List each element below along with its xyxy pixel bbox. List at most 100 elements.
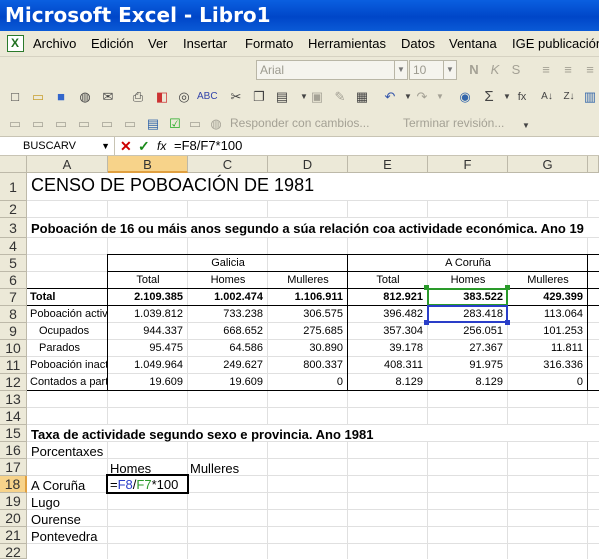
region-a-coruna[interactable]: A Coruña: [348, 257, 588, 269]
row-header-21[interactable]: 21: [0, 527, 27, 544]
table-cell[interactable]: 1.002.474: [188, 291, 263, 303]
sort-descending-icon[interactable]: Z↓: [559, 87, 579, 107]
bold-icon[interactable]: N: [464, 60, 484, 80]
print-preview-icon[interactable]: ◧: [152, 87, 172, 107]
section2-subtitle[interactable]: Porcentaxes: [31, 444, 103, 459]
review-icon-5[interactable]: ▭: [97, 114, 117, 134]
row-header-8[interactable]: 8: [0, 306, 27, 323]
hyperlink-icon[interactable]: ◉: [455, 87, 475, 107]
header-homes[interactable]: Homes: [428, 274, 508, 286]
table-cell[interactable]: 91.975: [428, 359, 503, 371]
menu-ventana[interactable]: Ventana: [449, 36, 497, 51]
row-header-12[interactable]: 12: [0, 374, 27, 391]
table-cell[interactable]: 429.399: [508, 291, 583, 303]
row-header-1[interactable]: 1: [0, 173, 27, 201]
underline-icon[interactable]: S: [506, 60, 526, 80]
row-header-2[interactable]: 2: [0, 201, 27, 218]
select-all-corner[interactable]: [0, 156, 27, 173]
table-cell[interactable]: 249.627: [188, 359, 263, 371]
cell-editor[interactable]: =F8/F7*100: [110, 477, 178, 492]
chevron-down-icon[interactable]: ▼: [516, 116, 536, 136]
row-header-6[interactable]: 6: [0, 272, 27, 289]
province-a-coruna[interactable]: A Coruña: [31, 478, 85, 493]
table-icon[interactable]: ▦: [352, 87, 372, 107]
row-header-14[interactable]: 14: [0, 408, 27, 425]
table-cell[interactable]: 357.304: [348, 325, 423, 337]
table-cell[interactable]: 408.311: [348, 359, 423, 371]
header-mulleres[interactable]: Mulleres: [508, 274, 588, 286]
chevron-down-icon[interactable]: ▼: [101, 137, 110, 155]
table-cell[interactable]: 11.811: [508, 342, 583, 354]
table-cell[interactable]: 8.129: [428, 376, 503, 388]
paste-special-icon[interactable]: ▣: [307, 87, 327, 107]
section2-title[interactable]: Taxa de actividade segundo sexo e provin…: [31, 427, 373, 442]
align-right-icon[interactable]: ≡: [580, 60, 599, 80]
row-header-16[interactable]: 16: [0, 442, 27, 459]
row-header-3[interactable]: 3: [0, 218, 27, 238]
copy-icon[interactable]: ❐: [249, 87, 269, 107]
table-cell[interactable]: 812.921: [348, 291, 423, 303]
align-center-icon[interactable]: ≡: [558, 60, 578, 80]
table-cell[interactable]: 668.652: [188, 325, 263, 337]
redo-icon[interactable]: ↷: [412, 87, 432, 107]
table-cell[interactable]: 39.178: [348, 342, 423, 354]
row-label-ocupados[interactable]: Ocupados: [39, 325, 89, 337]
reference-handle[interactable]: [505, 320, 510, 325]
row-header-10[interactable]: 10: [0, 340, 27, 357]
table-cell[interactable]: 27.367: [428, 342, 503, 354]
review-icon-4[interactable]: ▭: [74, 114, 94, 134]
column-header-g[interactable]: G: [508, 156, 588, 173]
table-cell[interactable]: 1.039.812: [108, 308, 183, 320]
review-icon-7[interactable]: ▭: [185, 114, 205, 134]
chevron-down-icon[interactable]: ▼: [430, 87, 450, 107]
enter-icon[interactable]: ✓: [138, 137, 150, 155]
column-header-d[interactable]: D: [268, 156, 348, 173]
row-header-5[interactable]: 5: [0, 255, 27, 272]
table-cell[interactable]: 19.609: [108, 376, 183, 388]
header-total[interactable]: Total: [348, 274, 428, 286]
font-size-select[interactable]: 10 ▼: [409, 60, 457, 80]
column-header-b[interactable]: B: [108, 156, 188, 173]
table-cell[interactable]: 944.337: [108, 325, 183, 337]
reference-handle[interactable]: [424, 320, 429, 325]
sheet-subtitle[interactable]: Poboación de 16 ou máis anos segundo a s…: [31, 221, 584, 236]
table-cell[interactable]: 101.253: [508, 325, 583, 337]
review-icon-6[interactable]: ▭: [120, 114, 140, 134]
province-pontevedra[interactable]: Pontevedra: [31, 529, 98, 544]
row-label-poboacion-activa[interactable]: Poboación activa: [30, 308, 107, 320]
table-cell[interactable]: 1.106.911: [268, 291, 343, 303]
row-header-4[interactable]: 4: [0, 238, 27, 255]
table-cell[interactable]: 0: [268, 376, 343, 388]
open-icon[interactable]: ▭: [28, 87, 48, 107]
chart-icon[interactable]: ▥: [580, 87, 599, 107]
review-icon-1[interactable]: ▭: [5, 114, 25, 134]
reference-handle[interactable]: [424, 285, 429, 290]
font-select[interactable]: Arial ▼: [256, 60, 408, 80]
new-icon[interactable]: □: [5, 87, 25, 107]
cancel-icon[interactable]: ✕: [120, 137, 132, 155]
row-header-7[interactable]: 7: [0, 289, 27, 306]
row-header-22[interactable]: 22: [0, 544, 27, 559]
align-left-icon[interactable]: ≡: [536, 60, 556, 80]
table-cell[interactable]: 64.586: [188, 342, 263, 354]
sort-ascending-icon[interactable]: A↓: [537, 87, 557, 107]
column-header-f[interactable]: F: [428, 156, 508, 173]
column-header-c[interactable]: C: [188, 156, 268, 173]
italic-icon[interactable]: K: [485, 60, 505, 80]
sheet-title[interactable]: CENSO DE POBOACIÓN DE 1981: [31, 175, 314, 196]
insert-function-icon[interactable]: fx: [157, 137, 166, 155]
table-cell[interactable]: 0: [508, 376, 583, 388]
table-cell[interactable]: 19.609: [188, 376, 263, 388]
function-icon[interactable]: fx: [512, 87, 532, 107]
table-cell[interactable]: 256.051: [428, 325, 503, 337]
active-cell-b18[interactable]: =F8/F7*100: [106, 474, 189, 494]
menu-insertar[interactable]: Insertar: [183, 36, 227, 51]
table-cell[interactable]: 396.482: [348, 308, 423, 320]
row-label-total[interactable]: Total: [30, 291, 55, 303]
reply-with-changes-button[interactable]: Responder con cambios...: [230, 116, 369, 130]
province-lugo[interactable]: Lugo: [31, 495, 60, 510]
autosum-icon[interactable]: Σ: [479, 87, 499, 107]
table-cell[interactable]: 316.336: [508, 359, 583, 371]
menu-edicion[interactable]: Edición: [91, 36, 134, 51]
excel-icon[interactable]: [7, 35, 24, 52]
